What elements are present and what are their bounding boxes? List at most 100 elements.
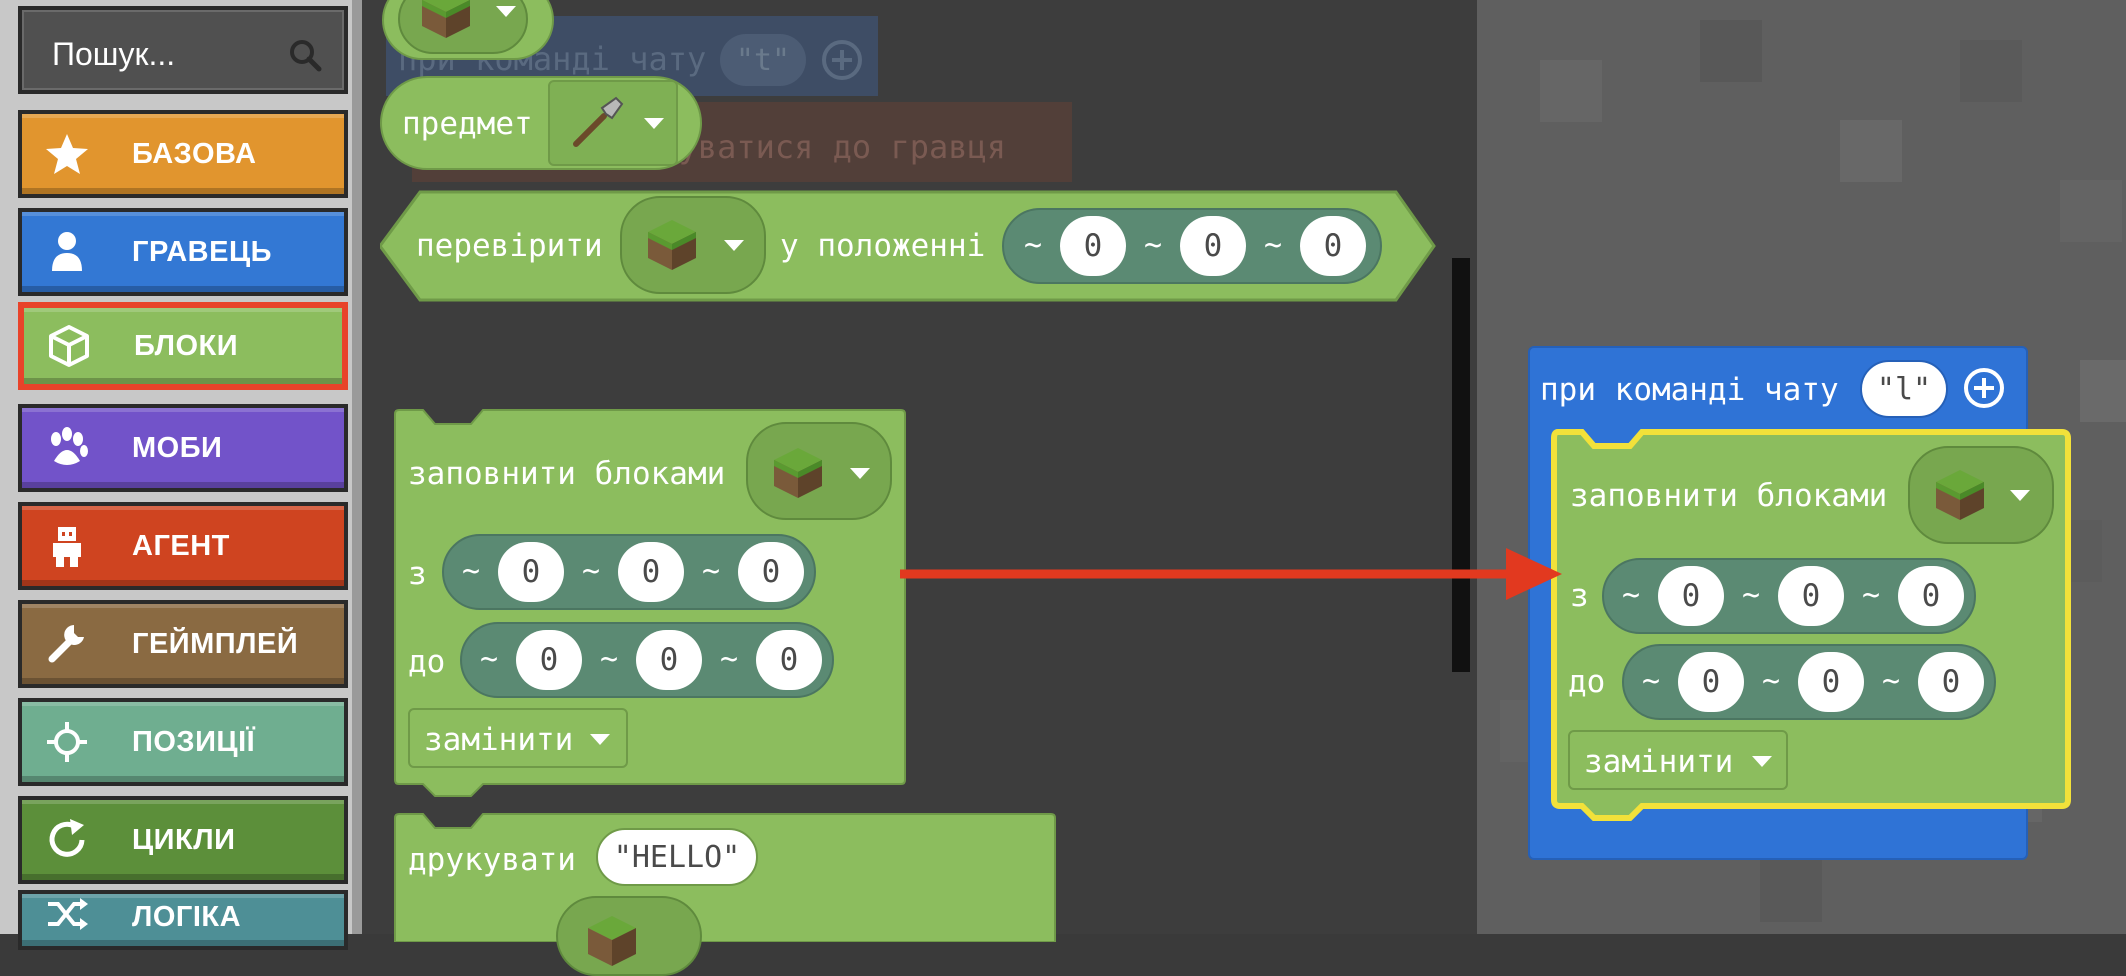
category-positions[interactable]: ПОЗИЦІЇ: [18, 698, 348, 786]
faint-plus-icon: [822, 40, 862, 80]
coord-value: 0: [1323, 228, 1343, 264]
chat-command-label: при команді чату: [1540, 372, 1839, 408]
search-input[interactable]: Пошук...: [18, 6, 348, 94]
category-basic[interactable]: БАЗОВА: [18, 110, 348, 198]
category-label: ЛОГІКА: [132, 900, 242, 933]
bg-tile: [1960, 40, 2022, 102]
fill-label: заповнити блоками: [408, 456, 726, 492]
coord-x-input[interactable]: 0: [1658, 566, 1724, 626]
category-loops[interactable]: ЦИКЛИ: [18, 796, 348, 884]
tilde: ~: [1762, 664, 1781, 699]
add-parameter-icon[interactable]: [1962, 366, 2006, 410]
shuffle-icon: [48, 898, 88, 930]
coord-y-input[interactable]: 0: [1180, 216, 1246, 276]
item-label: предмет: [402, 106, 533, 142]
category-gameplay[interactable]: ГЕЙМПЛЕЙ: [18, 600, 348, 688]
bg-tile: [1760, 860, 1822, 922]
category-label: БЛОКИ: [134, 329, 239, 362]
coord-x-input[interactable]: 0: [1060, 216, 1126, 276]
from-label: з: [408, 556, 427, 592]
tilde: ~: [1264, 228, 1283, 263]
print-text-input[interactable]: "HELLO": [596, 828, 758, 886]
coord-y-input[interactable]: 0: [1798, 652, 1864, 712]
coord-value: 0: [779, 642, 799, 678]
coord-y-input[interactable]: 0: [1778, 566, 1844, 626]
replace-label: замінити: [424, 722, 574, 758]
coord-x-input[interactable]: 0: [516, 630, 582, 690]
coord-x-input[interactable]: 0: [1678, 652, 1744, 712]
tilde: ~: [1642, 664, 1661, 699]
coord-value: 0: [539, 642, 559, 678]
shovel-icon: [573, 96, 624, 147]
tilde: ~: [600, 642, 619, 677]
print-value: "HELLO": [613, 839, 741, 875]
category-label: ЦИКЛИ: [132, 823, 236, 856]
coord-value: 0: [521, 554, 541, 590]
toolbox-edge: [352, 0, 362, 934]
category-mobs[interactable]: МОБИ: [18, 404, 348, 492]
category-blocks[interactable]: БЛОКИ: [18, 302, 348, 390]
coord-z-input[interactable]: 0: [1918, 652, 1984, 712]
tilde: ~: [1742, 578, 1761, 613]
category-player[interactable]: ГРАВЕЦЬ: [18, 208, 348, 296]
coord-x-input[interactable]: 0: [498, 542, 564, 602]
coord-z-input[interactable]: 0: [1300, 216, 1366, 276]
coord-value: 0: [1681, 578, 1701, 614]
coord-value: 0: [1083, 228, 1103, 264]
faint-chat-value-text: "t": [735, 42, 791, 78]
print-label: друкувати: [408, 842, 576, 878]
to-label: до: [408, 644, 446, 680]
person-icon: [52, 232, 82, 271]
replace-label: замінити: [1584, 744, 1734, 780]
bg-tile: [1540, 60, 1602, 122]
chat-command-value: "l": [1876, 371, 1932, 407]
bg-tile: [2060, 180, 2122, 242]
cube-icon: [49, 325, 89, 367]
coord-value: 0: [1921, 578, 1941, 614]
coord-value: 0: [1801, 578, 1821, 614]
category-label: ПОЗИЦІЇ: [132, 725, 256, 758]
tilde: ~: [1862, 578, 1881, 613]
bg-tile: [2080, 360, 2126, 422]
grass-block-icon: [648, 220, 696, 270]
category-agent[interactable]: АГЕНТ: [18, 502, 348, 590]
grass-block-icon: [1936, 470, 1984, 520]
coord-y-input[interactable]: 0: [618, 542, 684, 602]
coord-value: 0: [641, 554, 661, 590]
category-label: ГЕЙМПЛЕЙ: [132, 627, 299, 660]
category-logic[interactable]: ЛОГІКА: [18, 890, 348, 950]
coord-value: 0: [1203, 228, 1223, 264]
tilde: ~: [720, 642, 739, 677]
coord-value: 0: [659, 642, 679, 678]
search-icon[interactable]: [288, 38, 322, 72]
tilde: ~: [702, 554, 721, 589]
coord-value: 0: [1821, 664, 1841, 700]
agent-icon: [53, 527, 81, 567]
dropdown-caret: [724, 240, 744, 251]
grass-block-icon: [588, 916, 636, 966]
category-label: АГЕНТ: [132, 529, 230, 562]
bg-tile: [1700, 20, 1762, 82]
tilde: ~: [1144, 228, 1163, 263]
dropdown-caret: [850, 468, 870, 479]
bg-tile: [1840, 120, 1902, 182]
coord-y-input[interactable]: 0: [636, 630, 702, 690]
coord-z-input[interactable]: 0: [738, 542, 804, 602]
loop-icon: [49, 819, 85, 857]
search-placeholder: Пошук...: [52, 36, 176, 72]
dropdown-caret: [1752, 756, 1772, 767]
dropdown-caret: [590, 734, 610, 745]
faint-chat-value: "t": [720, 34, 806, 86]
coord-z-input[interactable]: 0: [1898, 566, 1964, 626]
wrench-icon: [48, 625, 84, 663]
to-label: до: [1568, 664, 1606, 700]
coord-value: 0: [761, 554, 781, 590]
from-label: з: [1570, 578, 1589, 614]
category-label: БАЗОВА: [132, 137, 257, 170]
chat-command-input[interactable]: "l": [1860, 360, 1948, 418]
coord-z-input[interactable]: 0: [756, 630, 822, 690]
fill-label: заповнити блоками: [1570, 478, 1888, 514]
workspace-scrollbar[interactable]: [1452, 258, 1470, 672]
tilde: ~: [480, 642, 499, 677]
crosshair-icon: [47, 722, 87, 762]
